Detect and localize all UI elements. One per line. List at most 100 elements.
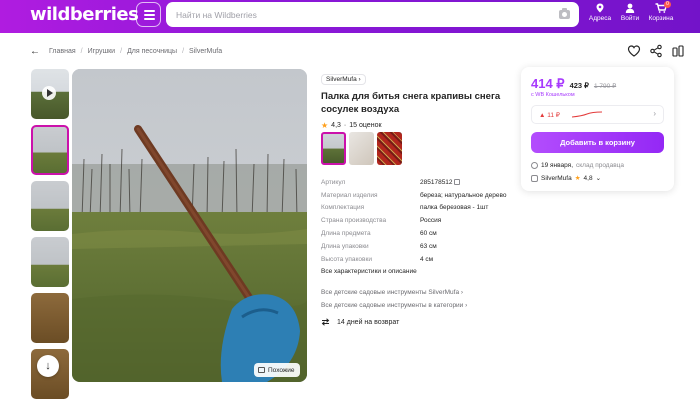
delivery-date: 19 января, (541, 162, 574, 169)
nav-label: Адреса (588, 15, 612, 22)
photo-thumbnail[interactable] (31, 125, 69, 175)
wildberries-logo[interactable]: wildberries (30, 4, 139, 25)
chevron-right-icon: › (653, 109, 656, 118)
breadcrumb-separator: / (120, 47, 123, 55)
burger-line-icon (144, 10, 155, 12)
variant-option[interactable] (349, 132, 374, 165)
star-icon: ★ (574, 175, 581, 182)
back-arrow-icon[interactable]: ← (30, 46, 40, 57)
related-link[interactable]: Все детские садовые инструменты SilverMu… (321, 286, 467, 299)
clock-icon (531, 162, 538, 169)
related-link-text: Все детские садовые инструменты SilverMu… (321, 289, 460, 296)
specs-table: Артикул 285178512 Материал изделия береза;… (321, 176, 511, 275)
breadcrumb-item[interactable]: Для песочницы (127, 48, 177, 55)
similar-icon (258, 367, 265, 373)
chevron-right-icon: › (465, 302, 468, 309)
variant-option[interactable] (321, 132, 346, 165)
product-photo (72, 69, 307, 382)
spec-key: Страна производства (321, 217, 387, 225)
share-icon[interactable] (649, 44, 663, 58)
nav-label: Корзина (648, 15, 674, 22)
dot-separator: · (343, 122, 347, 129)
chevron-right-icon: › (460, 289, 464, 296)
photo-thumbnail[interactable] (31, 181, 69, 231)
price-history[interactable]: ▲ 11 ₽ › (531, 105, 664, 124)
star-icon: ★ (321, 121, 329, 130)
spec-value: береза; натуральное дерево (420, 191, 507, 199)
chevron-right-icon: › (358, 76, 361, 83)
store-icon (531, 174, 538, 182)
wallet-price: 414 ₽ (531, 76, 565, 91)
similar-button[interactable]: Похожие (254, 363, 300, 377)
user-icon (625, 3, 635, 13)
variant-option[interactable] (377, 132, 402, 165)
similar-label: Похожие (268, 366, 295, 374)
product-info: SilverMufa › Палка для битья снега крапи… (321, 68, 511, 326)
seller-rating: 4,8 (583, 174, 593, 182)
variant-selector (321, 132, 402, 165)
copy-icon[interactable] (454, 179, 461, 186)
compare-icon[interactable] (671, 44, 685, 58)
spec-row: Высота упаковки 4 см (321, 253, 511, 266)
play-icon (42, 86, 56, 100)
price-row: 414 ₽ 423 ₽ 1 790 ₽ (531, 76, 616, 92)
photo-thumbnail[interactable] (31, 237, 69, 287)
video-thumbnail[interactable] (31, 69, 69, 119)
wallet-note[interactable]: с WB Кошельком (531, 92, 575, 98)
camera-search-icon[interactable] (559, 8, 570, 19)
product-title: Палка для битья снега крапивы снега сосу… (321, 91, 501, 115)
all-specs-link[interactable]: Все характеристики и описание (321, 268, 511, 275)
breadcrumb-item[interactable]: Игрушки (88, 48, 116, 55)
heart-icon[interactable] (627, 44, 641, 58)
nav-login[interactable]: Войти (616, 3, 644, 22)
seller-name: SilverMufa (541, 174, 572, 182)
spec-row: Материал изделия береза; натуральное дере… (321, 189, 511, 202)
return-icon (321, 318, 330, 326)
spec-row: Длина предмета 60 см (321, 227, 511, 240)
breadcrumb-item[interactable]: SilverMufa (189, 48, 222, 55)
spec-value: Россия (420, 217, 442, 225)
breadcrumb-separator: / (80, 47, 83, 55)
related-links: Все детские садовые инструменты SilverMu… (321, 286, 467, 312)
reviews-count: 15 оценок (349, 122, 382, 129)
nav-cart[interactable]: 0 Корзина (647, 1, 675, 22)
spec-row: Страна производства Россия (321, 214, 511, 227)
regular-price: 423 ₽ (569, 81, 589, 90)
delivery-info: 19 января, склад продавца (531, 162, 624, 169)
cart-count-badge: 0 (664, 1, 671, 8)
arrow-down-icon: ↓ (45, 360, 51, 372)
nav-addresses[interactable]: Адреса (586, 3, 614, 22)
menu-button[interactable] (136, 2, 161, 27)
spec-key: Материал изделия (321, 191, 378, 199)
burger-line-icon (144, 18, 155, 20)
related-link[interactable]: Все детские садовые инструменты в катего… (321, 299, 467, 312)
return-text: 14 дней на возврат (337, 318, 400, 326)
rating-row[interactable]: ★ 4,3 · 15 оценок (321, 121, 511, 130)
photo-thumbnail[interactable] (31, 293, 69, 343)
chevron-down-icon: ⌄ (595, 175, 602, 182)
brand-link[interactable]: SilverMufa › (321, 74, 366, 85)
add-to-cart-button[interactable]: Добавить в корзину (531, 132, 664, 153)
spec-key: Высота упаковки (321, 255, 372, 263)
spec-value: 60 см (420, 230, 437, 238)
spec-key: Комплектация (321, 204, 365, 212)
scroll-down-button[interactable]: ↓ (37, 355, 59, 377)
return-info[interactable]: 14 дней на возврат (321, 318, 399, 326)
price-delta: ▲ 11 ₽ (539, 112, 560, 119)
search-bar (166, 2, 579, 27)
main-product-image[interactable]: Похожие (72, 69, 307, 382)
map-pin-icon (596, 3, 604, 13)
spec-key: Длина предмета (321, 230, 371, 238)
buy-box: 414 ₽ 423 ₽ 1 790 ₽ с WB Кошельком ▲ 11 … (521, 67, 674, 191)
rating-value: 4,3 (331, 122, 341, 129)
breadcrumb-separator: / (182, 47, 185, 55)
seller-info[interactable]: SilverMufa ★ 4,8 ⌄ (531, 174, 601, 182)
delivery-source: склад продавца (576, 162, 624, 169)
breadcrumb-item[interactable]: Главная (49, 48, 76, 55)
brand-name: SilverMufa (326, 76, 357, 83)
nav-label: Войти (620, 15, 640, 22)
spec-key: Артикул (321, 178, 346, 186)
price-trend-icon (572, 111, 602, 118)
search-input[interactable] (166, 2, 551, 27)
spec-value: 4 см (420, 255, 434, 263)
